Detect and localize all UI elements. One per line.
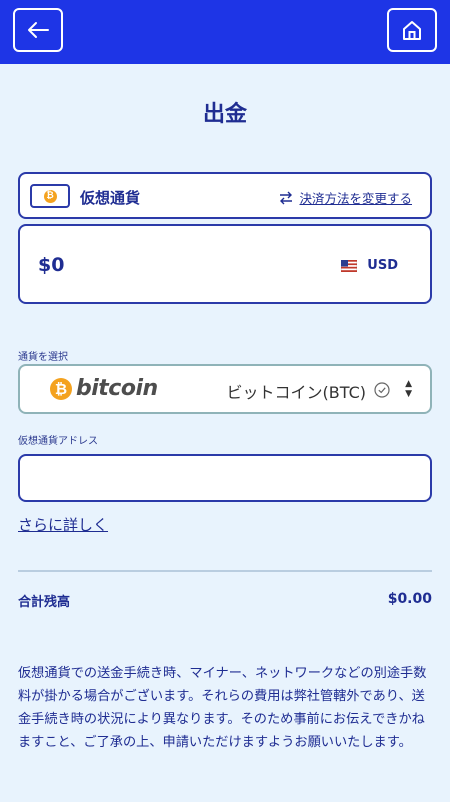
more-details-link[interactable]: さらに詳しく <box>18 514 108 535</box>
currency-select[interactable]: ₿ bitcoin ビットコイン(BTC) ▲ ▼ <box>18 364 432 414</box>
page-title: 出金 <box>202 102 247 127</box>
bitcoin-symbol: ₿ <box>50 377 72 400</box>
back-button[interactable] <box>13 8 63 52</box>
select-arrows-icon: ▲ ▼ <box>405 379 412 399</box>
payment-method-label: 仮想通貨 <box>80 189 141 207</box>
bitcoin-logo: ₿ bitcoin <box>50 376 158 401</box>
us-flag-icon <box>341 259 358 272</box>
change-payment-method-link[interactable]: 決済方法を変更する <box>279 188 412 207</box>
arrow-left-icon <box>28 22 49 38</box>
payment-method-icon-box: ₿ <box>30 184 70 208</box>
currency-select-label: 通貨を選択 <box>18 352 68 363</box>
home-icon <box>403 21 421 40</box>
amount-value: $0 <box>38 254 65 276</box>
bitcoin-wordmark: bitcoin <box>76 376 158 401</box>
swap-arrows-icon <box>280 191 293 204</box>
amount-input[interactable]: $0 USD <box>18 224 432 304</box>
address-label: 仮想通貨アドレス <box>18 436 98 447</box>
change-payment-method-text: 決済方法を変更する <box>299 191 412 206</box>
home-button[interactable] <box>387 8 437 52</box>
currency-display: USD <box>341 258 398 273</box>
payment-method-card: ₿ 仮想通貨 決済方法を変更する <box>18 172 432 219</box>
currency-code: USD <box>367 258 398 273</box>
top-bar <box>0 0 450 64</box>
total-balance-label: 合計残高 <box>18 595 71 610</box>
check-circle-icon <box>374 382 390 398</box>
total-balance-value: $0.00 <box>387 591 432 607</box>
address-input[interactable] <box>18 454 432 502</box>
fee-notice: 仮想通貨での送金手続き時、マイナー、ネットワークなどの別途手数料が掛かる場合がご… <box>18 666 427 750</box>
bitcoin-icon: ₿ <box>43 189 57 203</box>
divider <box>18 570 432 572</box>
selected-currency: ビットコイン(BTC) <box>226 383 366 402</box>
